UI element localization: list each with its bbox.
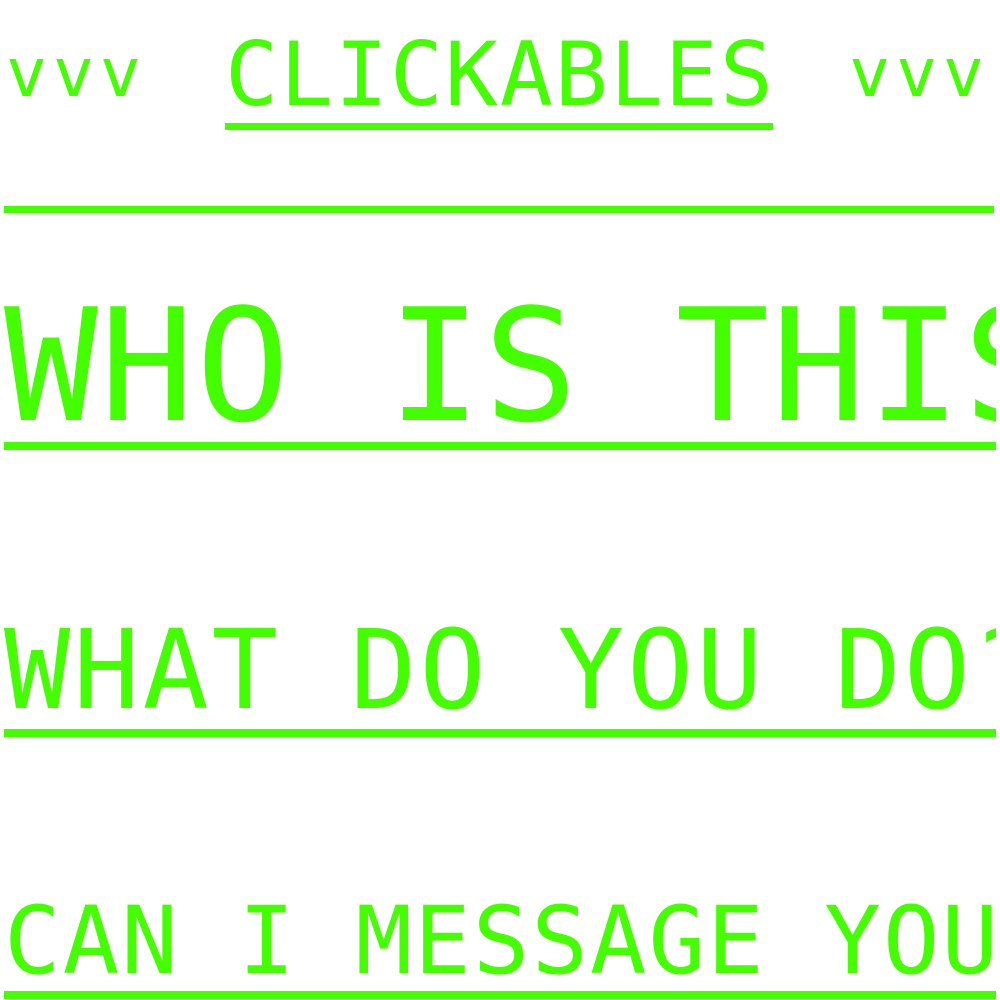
clickables-header: vvv CLICKABLES vvv <box>0 30 1000 130</box>
can-i-message-you-link[interactable]: CAN I MESSAGE YOU? <box>4 895 996 999</box>
down-arrows-left: vvv <box>6 34 147 113</box>
what-do-you-do-link[interactable]: WHAT DO YOU DO? <box>4 615 996 737</box>
header-divider <box>4 206 994 213</box>
who-is-this-link[interactable]: WHO IS THIS? <box>4 298 996 450</box>
clickables-title: CLICKABLES <box>225 30 773 130</box>
down-arrows-right: vvv <box>849 34 990 113</box>
